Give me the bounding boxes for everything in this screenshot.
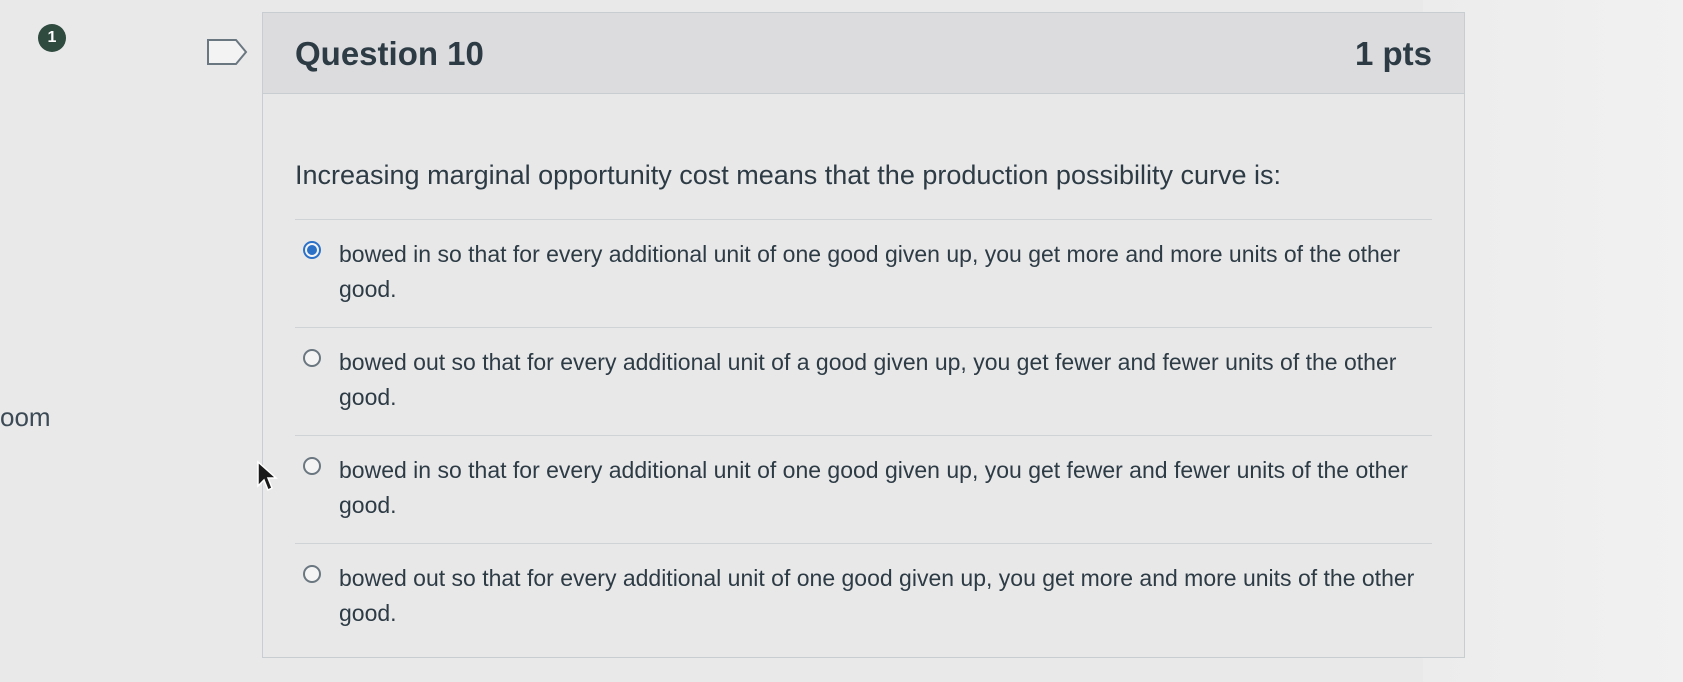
radio-button-selected[interactable] (303, 241, 321, 259)
question-nav-badge[interactable]: 1 (38, 24, 66, 52)
question-card: Question 10 1 pts Increasing marginal op… (262, 12, 1465, 658)
question-title: Question 10 (295, 35, 484, 72)
flag-question-icon[interactable] (206, 38, 248, 66)
side-panel-label: oom (0, 402, 51, 432)
answer-label: bowed in so that for every additional un… (339, 457, 1408, 518)
answer-list: bowed in so that for every additional un… (295, 219, 1432, 651)
question-points: 1 pts (1354, 35, 1432, 72)
answer-option-3[interactable]: bowed in so that for every additional un… (295, 436, 1432, 544)
radio-button[interactable] (303, 565, 321, 583)
answer-label: bowed out so that for every additional u… (339, 565, 1415, 626)
answer-label: bowed in so that for every additional un… (339, 241, 1401, 302)
question-text: Increasing marginal opportunity cost mea… (295, 160, 1282, 190)
answer-label: bowed out so that for every additional u… (339, 349, 1397, 410)
radio-button[interactable] (303, 349, 321, 367)
radio-button[interactable] (303, 457, 321, 475)
question-body: Increasing marginal opportunity cost mea… (263, 94, 1464, 651)
answer-option-1[interactable]: bowed in so that for every additional un… (295, 220, 1432, 328)
mouse-pointer-icon (257, 460, 278, 492)
question-header: Question 10 1 pts (263, 13, 1464, 94)
answer-option-2[interactable]: bowed out so that for every additional u… (295, 328, 1432, 436)
answer-option-4[interactable]: bowed out so that for every additional u… (295, 544, 1432, 651)
